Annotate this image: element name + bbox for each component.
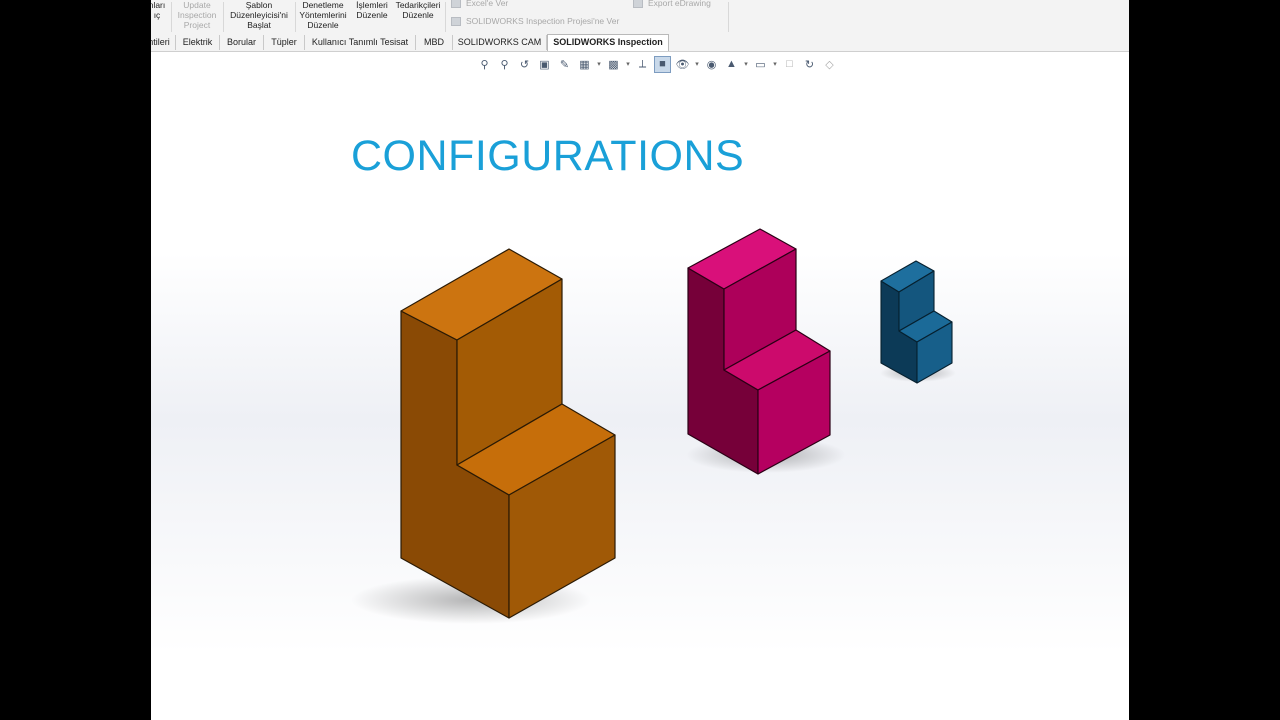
model-viewport-svg <box>351 228 956 624</box>
part-blue-configuration[interactable] <box>880 260 953 384</box>
solidworks-window: nları ıç Update Inspection Project Şablo… <box>151 0 1129 720</box>
part-orange-configuration[interactable] <box>400 248 616 619</box>
part-magenta-configuration[interactable] <box>687 228 831 475</box>
